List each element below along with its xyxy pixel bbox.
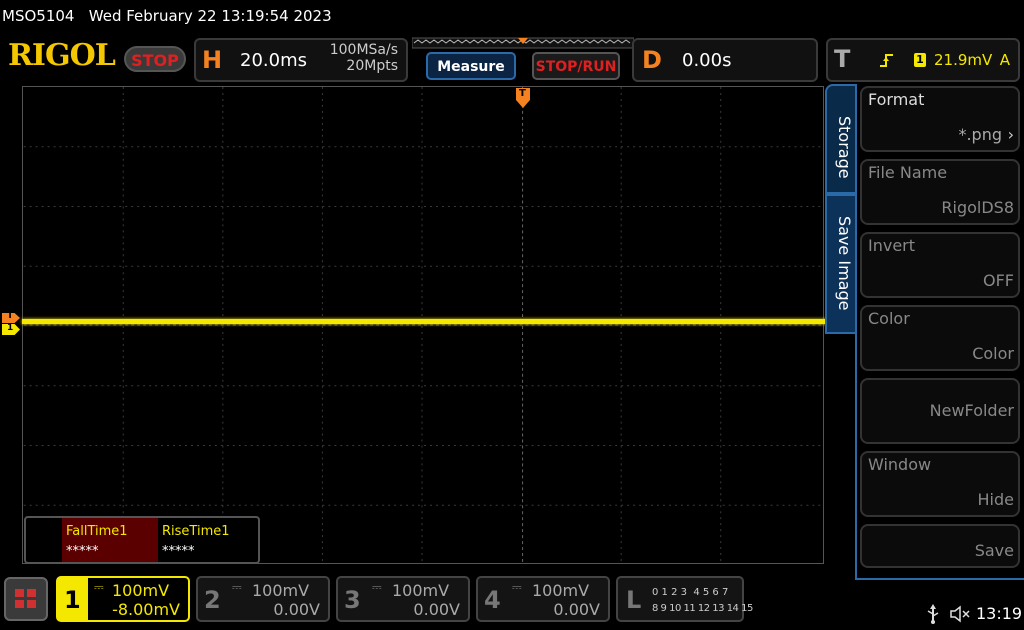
channel-3-scale: 100mV xyxy=(392,581,450,600)
menu-save-value: Save xyxy=(974,541,1014,560)
horizontal-letter: H xyxy=(202,46,223,74)
menu-new-folder[interactable]: NewFolder xyxy=(860,378,1020,444)
dc-coupling-icon: ⎓ xyxy=(232,580,242,594)
trigger-level: 21.9mV xyxy=(934,51,993,69)
dc-coupling-icon: ⎓ xyxy=(372,580,382,594)
menu-invert-title: Invert xyxy=(868,236,916,255)
channel-1-number: 1 xyxy=(64,586,81,614)
fall-time-label: FallTime1 xyxy=(66,524,128,539)
channel-2-box[interactable]: 2 ⎓ 100mV 0.00V xyxy=(196,576,330,622)
ch1-offset-marker-label: 1 xyxy=(7,323,14,333)
logic-row-1: 0 1 2 3 4 5 6 7 xyxy=(652,587,729,598)
fall-time-value: ***** xyxy=(66,544,99,559)
tab-storage[interactable]: Storage xyxy=(825,84,857,194)
menu-new-folder-value: NewFolder xyxy=(929,401,1014,420)
channel-3-box[interactable]: 3 ⎓ 100mV 0.00V xyxy=(336,576,470,622)
title-bar: MSO5104 Wed February 22 13:19:54 2023 xyxy=(0,0,1024,32)
timebase-value: 20.0ms xyxy=(240,50,307,71)
memory-depth: 20Mpts xyxy=(346,58,398,74)
tab-save-image-label: Save Image xyxy=(835,216,854,311)
menu-format-title: Format xyxy=(868,90,925,109)
trigger-level-marker[interactable]: T xyxy=(2,313,20,323)
channel-4-number: 4 xyxy=(484,586,501,614)
trigger-channel: 1 xyxy=(914,53,926,67)
channel-3-offset: 0.00V xyxy=(413,600,460,619)
menu-window[interactable]: Window Hide xyxy=(860,451,1020,517)
rising-edge-icon xyxy=(880,54,893,67)
rise-time-label: RiseTime1 xyxy=(162,524,230,539)
tab-storage-label: Storage xyxy=(835,116,854,179)
speaker-muted-icon[interactable] xyxy=(950,605,970,623)
chevron-right-icon: › xyxy=(1007,125,1014,144)
channel-4-offset: 0.00V xyxy=(553,600,600,619)
delay-value: 0.00s xyxy=(682,50,732,71)
logic-letter: L xyxy=(626,586,642,614)
fall-time-cell: FallTime1 ***** xyxy=(62,518,158,562)
usb-icon xyxy=(927,604,939,624)
logic-channels-box[interactable]: L 0 1 2 3 4 5 6 7 8 9 10 11 12 13 14 15 xyxy=(616,576,753,622)
menu-color-value: Color xyxy=(972,344,1014,363)
menu-format[interactable]: Format *.png › xyxy=(860,86,1020,152)
trigger-mode: A xyxy=(999,51,1010,69)
channel-2-offset: 0.00V xyxy=(273,600,320,619)
channel-1-box[interactable]: 1 ⎓ 100mV -8.00mV xyxy=(56,576,190,622)
channel-1-scale: 100mV xyxy=(112,581,170,600)
menu-file-name-value: RigolDS8 xyxy=(941,198,1014,217)
clock: 13:19 xyxy=(976,604,1023,623)
tab-save-image[interactable]: Save Image xyxy=(825,194,857,334)
dc-coupling-icon: ⎓ xyxy=(94,580,104,594)
dc-coupling-icon: ⎓ xyxy=(512,580,522,594)
channel-3-number: 3 xyxy=(344,586,361,614)
measurement-panel[interactable]: FallTime1 ***** RiseTime1 ***** xyxy=(24,516,260,564)
channel-1-offset: -8.00mV xyxy=(112,600,180,619)
measure-button[interactable]: Measure xyxy=(426,52,516,80)
menu-color-title: Color xyxy=(868,309,910,328)
channel-4-box[interactable]: 4 ⎓ 100mV 0.00V xyxy=(476,576,610,622)
trigger-position-strip xyxy=(412,37,634,49)
ch1-offset-marker[interactable]: 1 xyxy=(2,324,20,335)
ch1-trace xyxy=(22,319,834,324)
run-state-badge[interactable]: STOP xyxy=(124,46,186,72)
grid-menu-icon xyxy=(15,589,36,608)
trigger-panel[interactable]: T 1 21.9mV A xyxy=(826,38,1020,82)
delay-panel[interactable]: D 0.00s xyxy=(632,38,818,82)
horizontal-panel[interactable]: H 20.0ms 100MSa/s 20Mpts xyxy=(194,38,408,82)
model-name: MSO5104 xyxy=(2,7,75,25)
trigger-letter: T xyxy=(834,45,851,73)
delay-letter: D xyxy=(642,46,662,74)
brand-logo: RIGOL xyxy=(8,38,116,73)
logic-row-2: 8 9 10 11 12 13 14 15 xyxy=(652,603,753,614)
rise-time-cell: RiseTime1 ***** xyxy=(158,518,256,562)
menu-file-name[interactable]: File Name RigolDS8 xyxy=(860,159,1020,225)
channel-4-scale: 100mV xyxy=(532,581,590,600)
sample-rate: 100MSa/s xyxy=(329,42,398,58)
menu-file-name-title: File Name xyxy=(868,163,948,182)
menu-invert[interactable]: Invert OFF xyxy=(860,232,1020,298)
trigger-position-marker[interactable]: T xyxy=(516,88,530,108)
menu-invert-value: OFF xyxy=(983,271,1014,290)
rise-time-value: ***** xyxy=(162,544,195,559)
menu-window-title: Window xyxy=(868,455,932,474)
menu-format-value: *.png xyxy=(958,125,1002,144)
channel-2-number: 2 xyxy=(204,586,221,614)
channel-2-scale: 100mV xyxy=(252,581,310,600)
menu-save[interactable]: Save xyxy=(860,524,1020,568)
stoprun-button[interactable]: STOP/RUN xyxy=(532,52,620,80)
datetime: Wed February 22 13:19:54 2023 xyxy=(88,7,332,25)
home-button[interactable] xyxy=(4,577,48,621)
trigger-marker-label: T xyxy=(519,88,526,99)
menu-window-value: Hide xyxy=(977,490,1014,509)
menu-color[interactable]: Color Color xyxy=(860,305,1020,371)
trigger-level-marker-label: T xyxy=(7,311,14,321)
waveform-grid xyxy=(22,86,824,564)
